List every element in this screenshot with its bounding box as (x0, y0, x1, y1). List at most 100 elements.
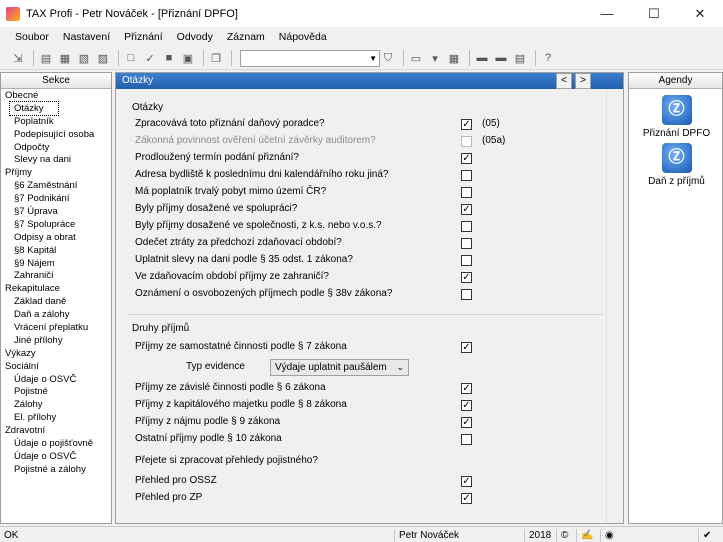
help-icon[interactable]: ? (540, 50, 556, 66)
save-all-icon[interactable]: ▣ (180, 50, 196, 66)
sidebar-item-28[interactable]: Údaje o OSVČ (1, 450, 111, 463)
sidebar-item-11[interactable]: Odpisy a obrat (1, 231, 111, 244)
question-label: Oznámení o osvobozených příjmech podle §… (135, 288, 393, 299)
sidebar-item-5[interactable]: Slevy na dani (1, 153, 111, 166)
new-document-icon[interactable]: □ (123, 50, 139, 66)
evidence-select[interactable]: Výdaje uplatnit paušálem ⌄ (270, 359, 409, 376)
toolbar-separator (535, 50, 536, 66)
menu-bar: Soubor Nastavení Přiznání Odvody Záznam … (0, 27, 723, 47)
folder-icon[interactable]: ▭ (408, 50, 424, 66)
menu-odvody[interactable]: Odvody (170, 31, 220, 43)
export-icon[interactable]: ▧ (76, 50, 92, 66)
menu-priznani[interactable]: Přiznání (117, 31, 170, 43)
form-icon[interactable]: ▬ (474, 50, 490, 66)
agenda-priznani-dpfo[interactable]: Ⓩ Přiznání DPFO (629, 95, 723, 139)
question-label: Zákonná povinnost ověření účetní závěrky… (135, 135, 376, 146)
question-checkbox[interactable] (461, 170, 472, 181)
pointer-icon[interactable]: ⇲ (10, 50, 26, 66)
sidebar-item-13[interactable]: §9 Nájem (1, 257, 111, 270)
sidebar-item-23[interactable]: Pojistné (1, 385, 111, 398)
save-icon[interactable]: ■ (161, 50, 177, 66)
sidebar-item-0[interactable]: Obecné (1, 89, 111, 102)
sidebar-item-6[interactable]: Příjmy (1, 166, 111, 179)
menu-nastaveni[interactable]: Nastavení (56, 31, 117, 43)
copy-icon[interactable]: ❐ (208, 50, 224, 66)
sidebar-item-27[interactable]: Údaje o pojišťovně (1, 437, 111, 450)
question-checkbox[interactable]: ✓ (461, 153, 472, 164)
sidebar-item-3[interactable]: Podepisující osoba (1, 128, 111, 141)
sidebar-item-22[interactable]: Údaje o OSVČ (1, 373, 111, 386)
sidebar-item-26[interactable]: Zdravotní (1, 424, 111, 437)
chevron-down-icon: ⌄ (396, 362, 404, 372)
menu-zaznam[interactable]: Záznam (220, 31, 272, 43)
sidebar-item-4[interactable]: Odpočty (1, 141, 111, 154)
sidebar-item-8[interactable]: §7 Podnikání (1, 192, 111, 205)
sidebar-item-9[interactable]: §7 Úprava (1, 205, 111, 218)
question-checkbox[interactable] (461, 289, 472, 300)
question-checkbox[interactable]: ✓ (461, 119, 472, 130)
report-icon[interactable]: ▨ (95, 50, 111, 66)
income-checkbox[interactable]: ✓ (461, 417, 472, 428)
menu-soubor[interactable]: Soubor (8, 31, 56, 43)
menu-napoveda[interactable]: Nápověda (272, 31, 334, 43)
sidebar-item-16[interactable]: Základ daně (1, 295, 111, 308)
question-label: Byly příjmy dosažené ve spolupráci? (135, 203, 298, 214)
sections-list: Obecné Otázky Poplatník Podepisující osoba O… (1, 89, 111, 476)
sidebar-item-24[interactable]: Zálohy (1, 398, 111, 411)
question-checkbox[interactable] (461, 221, 472, 232)
sidebar-item-12[interactable]: §8 Kapitál (1, 244, 111, 257)
income-label: Příjmy z kapitálového majetku podle § 8 … (135, 399, 347, 410)
sidebar-item-1[interactable]: Otázky (9, 100, 59, 116)
sidebar-item-7[interactable]: §6 Zaměstnání (1, 179, 111, 192)
toolbar-combo[interactable]: ▼ (240, 49, 380, 67)
sidebar-item-20[interactable]: Výkazy (1, 347, 111, 360)
content-header: Otázky < > (116, 73, 623, 89)
title-bar: TAX Profi - Petr Nováček - [Přiznání DPF… (0, 0, 723, 27)
sidebar-item-25[interactable]: El. přílohy (1, 411, 111, 424)
income-label: Příjmy ze závislé činnosti podle § 6 zák… (135, 382, 326, 393)
question-checkbox[interactable] (461, 187, 472, 198)
income-checkbox[interactable]: ✓ (461, 383, 472, 394)
question-checkbox[interactable] (461, 255, 472, 266)
app-icon (6, 6, 20, 21)
toolbar-separator (118, 50, 119, 66)
sidebar-item-18[interactable]: Vrácení přeplatku (1, 321, 111, 334)
table-icon[interactable]: ▤ (512, 50, 528, 66)
question-checkbox[interactable]: ✓ (461, 272, 472, 283)
question-label: Zpracovává toto přiznání daňový poradce? (135, 118, 325, 129)
close-button[interactable]: ✕ (677, 0, 723, 27)
agenda-dan-z-prijmu[interactable]: Ⓩ Daň z příjmů (629, 143, 723, 187)
filter-icon[interactable]: ⛉ (380, 50, 396, 66)
print-preview-icon[interactable]: ▦ (57, 50, 73, 66)
vertical-scrollbar[interactable] (606, 89, 623, 523)
sidebar-item-21[interactable]: Sociální (1, 360, 111, 373)
signature-icon: ✍ (576, 529, 598, 542)
income-checkbox[interactable] (461, 434, 472, 445)
folder-dropdown-icon[interactable]: ▾ (427, 50, 443, 66)
sidebar-item-14[interactable]: Zahraničí (1, 269, 111, 282)
sidebar-item-15[interactable]: Rekapitulace (1, 282, 111, 295)
sidebar-item-17[interactable]: Daň a zálohy (1, 308, 111, 321)
insurance-checkbox[interactable]: ✓ (461, 493, 472, 504)
approve-icon[interactable]: ✓ (142, 50, 158, 66)
income-checkbox[interactable]: ✓ (461, 342, 472, 353)
sidebar-item-19[interactable]: Jiné přílohy (1, 334, 111, 347)
question-label: Má poplatník trvalý pobyt mimo území ČR? (135, 186, 327, 197)
sidebar-item-2[interactable]: Poplatník (1, 115, 111, 128)
prev-section-button[interactable]: < (556, 73, 572, 89)
maximize-button[interactable]: ☐ (631, 0, 677, 27)
sidebar-item-29[interactable]: Pojistné a zálohy (1, 463, 111, 476)
question-checkbox[interactable] (461, 238, 472, 249)
sidebar-item-10[interactable]: §7 Spolupráce (1, 218, 111, 231)
insurance-checkbox[interactable]: ✓ (461, 476, 472, 487)
print-icon[interactable]: ▤ (38, 50, 54, 66)
question-checkbox[interactable]: ✓ (461, 204, 472, 215)
income-checkbox[interactable]: ✓ (461, 400, 472, 411)
next-section-button[interactable]: > (575, 73, 591, 89)
agendas-panel: Agendy Ⓩ Přiznání DPFO Ⓩ Daň z příjmů (628, 72, 723, 524)
form-area: Otázky Zpracovává toto přiznání daňový p… (116, 89, 605, 523)
minimize-button[interactable]: — (584, 0, 630, 27)
form-alt-icon[interactable]: ▬ (493, 50, 509, 66)
toolbar-separator (33, 50, 34, 66)
grid-icon[interactable]: ▦ (446, 50, 462, 66)
